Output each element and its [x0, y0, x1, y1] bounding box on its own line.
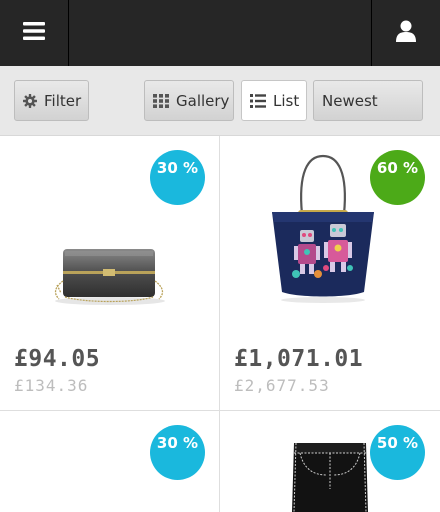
product-grid: 30 % £94.05 £134.36 60 % £1,071.01 £2,67…: [0, 136, 440, 512]
list-icon: [250, 93, 266, 108]
product-price: £1,071.01: [234, 346, 364, 372]
list-label: List: [273, 91, 300, 110]
product-card[interactable]: 30 % £94.05 £134.36: [0, 136, 219, 410]
product-card[interactable]: 30 %: [0, 411, 219, 512]
discount-badge: 60 %: [370, 150, 425, 205]
sort-value: Newest: [322, 91, 378, 110]
account-button[interactable]: [372, 0, 440, 66]
product-price: £94.05: [14, 346, 101, 372]
gallery-view-button[interactable]: Gallery: [144, 80, 234, 121]
discount-badge: 30 %: [150, 150, 205, 205]
gallery-label: Gallery: [176, 91, 230, 110]
user-icon: [395, 20, 417, 46]
gear-icon: [23, 93, 37, 108]
discount-badge: 50 %: [370, 425, 425, 480]
product-card[interactable]: 60 % £1,071.01 £2,677.53: [220, 136, 440, 410]
grid-icon: [153, 93, 169, 108]
menu-button[interactable]: [0, 0, 68, 66]
discount-badge: 30 %: [150, 425, 205, 480]
hamburger-icon: [23, 22, 45, 44]
product-image[interactable]: [60, 503, 160, 512]
filter-label: Filter: [44, 91, 82, 110]
sort-select[interactable]: Newest: [313, 80, 423, 121]
product-image[interactable]: [45, 241, 175, 315]
product-image[interactable]: [268, 152, 378, 308]
product-card[interactable]: 50 %: [220, 411, 440, 512]
product-image[interactable]: [290, 441, 370, 512]
toolbar: Filter Gallery List Newest: [0, 66, 440, 136]
top-bar: [0, 0, 440, 66]
filter-button[interactable]: Filter: [14, 80, 89, 121]
divider: [68, 0, 69, 66]
list-view-button[interactable]: List: [241, 80, 307, 121]
original-price: £2,677.53: [234, 376, 330, 395]
original-price: £134.36: [14, 376, 89, 395]
